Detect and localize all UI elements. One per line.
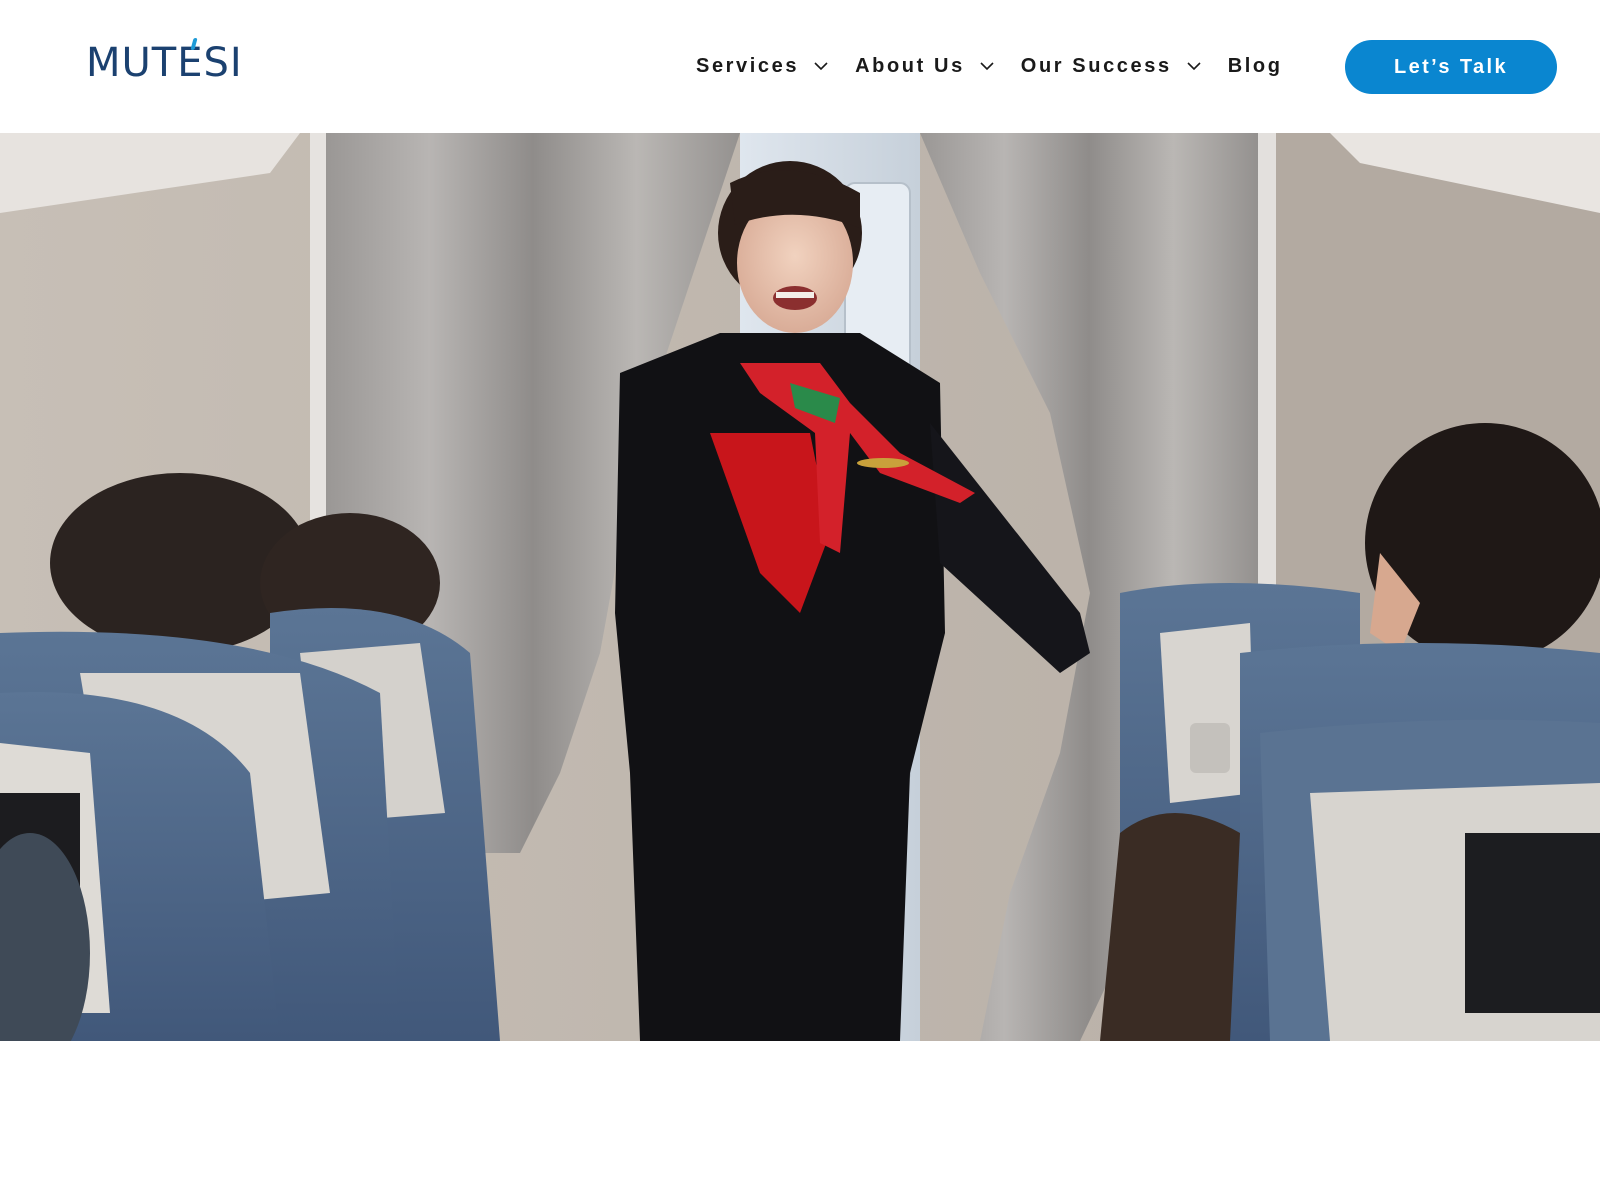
brand-logo[interactable]: MUTESI — [86, 38, 243, 86]
nav-item-label: Our Success — [1020, 54, 1172, 77]
nav-item-label: About Us — [855, 54, 965, 77]
chevron-down-icon — [980, 62, 994, 71]
nav-item-label: Blog — [1227, 54, 1283, 77]
hero-image — [0, 133, 1600, 1041]
nav-item-blog[interactable]: Blog — [1228, 55, 1283, 78]
site-header: MUTESI Services About Us Our Success Blo… — [0, 0, 1600, 133]
chevron-down-icon — [1187, 62, 1201, 71]
hero-video[interactable] — [0, 133, 1600, 1041]
main-nav: Services About Us Our Success Blog — [696, 48, 1283, 84]
logo-text: MUTESI — [86, 40, 243, 86]
lets-talk-button[interactable]: Let’s Talk — [1345, 40, 1557, 94]
nav-item-about-us[interactable]: About Us — [855, 55, 995, 78]
page-content-area — [0, 1041, 1600, 1200]
nav-item-services[interactable]: Services — [696, 55, 829, 78]
nav-item-label: Services — [696, 54, 800, 77]
nav-item-our-success[interactable]: Our Success — [1021, 55, 1202, 78]
chevron-down-icon — [814, 62, 828, 71]
